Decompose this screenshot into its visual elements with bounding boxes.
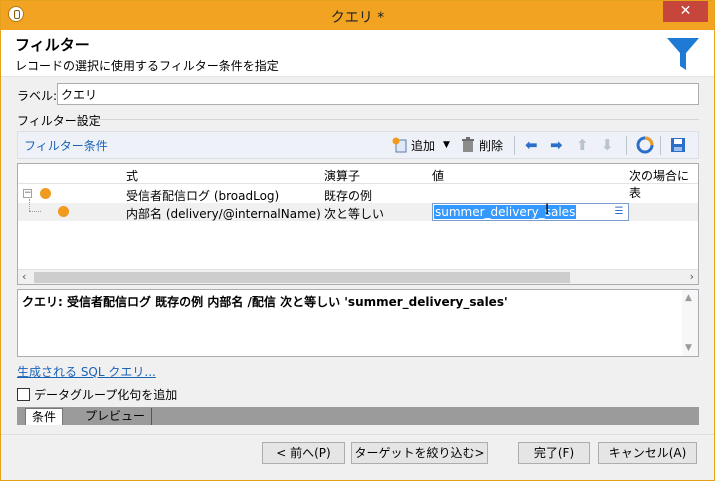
arrow-down-icon: ⬇ — [601, 136, 614, 154]
filter-settings-caption: フィルター設定 — [17, 114, 101, 128]
section-divider — [97, 119, 699, 120]
scroll-up-icon[interactable]: ▲ — [685, 293, 692, 303]
footer-divider — [1, 434, 714, 435]
filter-conditions-grid[interactable]: 式 演算子 値 次の場合に表 − 受信者配信ログ (broadLog) 既存の例… — [17, 163, 699, 285]
expander-icon[interactable]: − — [23, 189, 32, 198]
condition-dot-icon — [58, 206, 69, 217]
query-summary: クエリ: 受信者配信ログ 既存の例 内部名 /配信 次と等しい 'summer_… — [17, 289, 699, 357]
save-icon — [671, 138, 685, 152]
arrow-left-icon: ⬅ — [525, 136, 538, 154]
vertical-scrollbar[interactable]: ▲ ▼ — [682, 290, 698, 356]
trash-icon — [462, 137, 474, 152]
move-down-button[interactable]: ⬇ — [601, 136, 614, 154]
grid-header: 式 演算子 値 次の場合に表 — [18, 164, 698, 200]
expression-cell: 受信者配信ログ (broadLog) — [126, 189, 280, 203]
data-grouping-label: データグループ化句を追加 — [34, 388, 178, 402]
table-row[interactable]: 内部名 (delivery/@internalName) 次と等しい summe… — [18, 203, 698, 221]
table-row[interactable]: − 受信者配信ログ (broadLog) 既存の例 — [18, 185, 698, 203]
label-caption: ラベル: — [17, 89, 58, 103]
operator-cell: 既存の例 — [324, 189, 373, 203]
delete-button[interactable]: 削除 — [461, 136, 503, 154]
column-header-value[interactable]: 値 — [432, 167, 444, 184]
arrow-up-icon: ⬆ — [576, 136, 589, 154]
arrow-right-icon: ➡ — [550, 136, 563, 154]
delete-label: 削除 — [479, 138, 504, 153]
horizontal-scrollbar[interactable]: ‹ › — [18, 269, 698, 284]
move-left-button[interactable]: ⬅ — [525, 136, 538, 154]
scroll-left-icon[interactable]: ‹ — [22, 270, 26, 283]
data-grouping-checkbox[interactable] — [17, 388, 30, 401]
tab-preview[interactable]: プレビュー — [79, 408, 153, 425]
condition-dot-icon — [40, 188, 51, 199]
cancel-button[interactable]: キャンセル(A) — [598, 442, 697, 464]
tree-connector — [29, 199, 30, 211]
scrollbar-thumb[interactable] — [34, 272, 570, 283]
tab-conditions[interactable]: 条件 — [25, 408, 64, 425]
column-header-expression[interactable]: 式 — [126, 167, 138, 184]
distribution-icon — [636, 136, 654, 154]
value-input[interactable]: summer_delivery_sales ☰ — [432, 203, 629, 221]
tree-connector — [29, 211, 41, 212]
dropdown-icon[interactable]: ▼ — [443, 140, 450, 150]
filter-toolbar: フィルター条件 追加 ▼ 削除 ⬅ ➡ ⬆ ⬇ — [17, 131, 699, 159]
add-label: 追加 — [411, 138, 436, 153]
finish-button[interactable]: 完了(F) — [518, 442, 590, 464]
close-button[interactable]: ✕ — [663, 1, 708, 22]
toolbar-separator — [626, 136, 627, 155]
add-button[interactable]: 追加 ▼ — [392, 136, 450, 154]
generated-sql-link[interactable]: 生成される SQL クエリ... — [17, 363, 156, 380]
page-header: フィルター レコードの選択に使用するフィルター条件を指定 — [1, 30, 714, 77]
page-subtitle: レコードの選択に使用するフィルター条件を指定 — [15, 59, 279, 73]
expression-editor-icon[interactable]: ☰ — [611, 205, 627, 219]
toolbar-separator — [514, 136, 515, 155]
distribution-button[interactable] — [636, 136, 654, 154]
window-title: クエリ * — [330, 10, 385, 26]
operator-cell: 次と等しい — [324, 207, 385, 221]
page-title: フィルター — [15, 36, 90, 54]
expression-cell: 内部名 (delivery/@internalName) — [126, 207, 321, 221]
scroll-down-icon[interactable]: ▼ — [685, 343, 692, 353]
column-header-operator[interactable]: 演算子 — [324, 167, 360, 184]
save-button[interactable] — [670, 136, 686, 154]
prev-button[interactable]: < 前へ(P) — [262, 442, 345, 464]
value-selected-text: summer_delivery_sales — [434, 205, 577, 219]
scroll-right-icon[interactable]: › — [690, 270, 694, 283]
toolbar-separator — [660, 136, 661, 155]
query-text: クエリ: 受信者配信ログ 既存の例 内部名 /配信 次と等しい 'summer_… — [22, 295, 508, 309]
title-bar[interactable]: クエリ * ✕ — [1, 1, 714, 30]
label-field[interactable] — [57, 83, 699, 105]
add-icon — [392, 137, 407, 153]
query-window: クエリ * ✕ フィルター レコードの選択に使用するフィルター条件を指定 ラベル… — [0, 0, 715, 481]
narrow-target-button[interactable]: ターゲットを絞り込む> — [351, 442, 488, 464]
text-cursor-icon: I — [545, 202, 550, 218]
tab-bar: 条件 プレビュー — [17, 407, 699, 425]
add-data-grouping-option[interactable]: データグループ化句を追加 — [17, 386, 177, 403]
toolbar-title: フィルター条件 — [24, 139, 108, 153]
close-icon: ✕ — [679, 3, 692, 19]
move-right-button[interactable]: ➡ — [550, 136, 563, 154]
funnel-icon — [667, 38, 699, 70]
move-up-button[interactable]: ⬆ — [576, 136, 589, 154]
